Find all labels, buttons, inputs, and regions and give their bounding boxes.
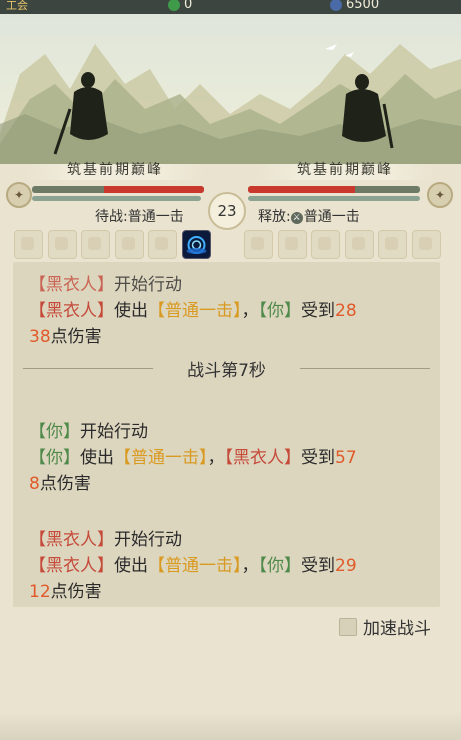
- player-emblem-icon[interactable]: ✦: [6, 182, 32, 208]
- skill-slot[interactable]: [81, 230, 110, 259]
- log-line: 【你】开始行动: [29, 422, 148, 442]
- enemy-mp-bar: [248, 196, 420, 201]
- player-mp-bar: [32, 196, 201, 201]
- skill-slot-bar: [0, 230, 461, 259]
- skill-slot[interactable]: [148, 230, 177, 259]
- log-time-divider: 战斗第7秒: [23, 358, 430, 381]
- speed-battle-checkbox[interactable]: [339, 617, 357, 636]
- spirit-stone-icon: [330, 0, 342, 11]
- player-hp-bar: [32, 186, 204, 193]
- log-line: 38点伤害: [29, 327, 102, 347]
- combat-log[interactable]: 【黑衣人】开始行动 【黑衣人】使出【普通一击】，【你】受到28 38点伤害 战斗…: [13, 262, 440, 607]
- enemy-release-action: 释放: ⚔ 普通一击: [258, 209, 360, 225]
- player-pending-action: 待战:普通一击: [95, 209, 184, 225]
- guild-label[interactable]: 工会: [6, 0, 28, 13]
- jade-counter: 0: [168, 0, 192, 12]
- speed-battle-toggle[interactable]: 加速战斗: [339, 614, 431, 639]
- round-timer: 23: [208, 192, 246, 230]
- log-line: 【黑衣人】开始行动: [29, 275, 182, 295]
- release-skill-icon: ⚔: [290, 212, 303, 224]
- enemy-skill-slot[interactable]: [244, 230, 273, 259]
- player-realm-plaque: 筑基前期巅峰: [26, 158, 204, 182]
- player-hp-fill: [104, 186, 204, 193]
- skill-slot[interactable]: [14, 230, 43, 259]
- enemy-skill-slot[interactable]: [344, 230, 374, 259]
- enemy-skill-slot[interactable]: [311, 230, 340, 259]
- divider-line: [300, 368, 430, 369]
- enemy-hp-fill: [248, 186, 355, 193]
- spirit-stone-counter: 6500: [330, 0, 379, 12]
- battle-scene: [0, 14, 461, 164]
- enemy-emblem-icon[interactable]: ✦: [427, 182, 453, 208]
- log-line: 12点伤害: [29, 582, 102, 602]
- enemy-skill-slot[interactable]: [411, 230, 441, 259]
- log-line: 8点伤害: [29, 474, 91, 494]
- log-line: 【黑衣人】使出【普通一击】，【你】受到28: [29, 301, 357, 321]
- enemy-skill-slot[interactable]: [378, 230, 407, 259]
- top-resource-bar: 工会 0 6500: [0, 0, 461, 14]
- skill-slot[interactable]: [47, 230, 77, 259]
- log-line: 【黑衣人】使出【普通一击】，【你】受到29: [29, 556, 357, 576]
- log-line: 【你】使出【普通一击】，【黑衣人】受到57: [29, 448, 357, 468]
- enemy-skill-slot[interactable]: [277, 230, 307, 259]
- vortex-skill-icon: [186, 236, 206, 254]
- log-line: 【黑衣人】开始行动: [29, 530, 182, 550]
- enemy-realm-plaque: 筑基前期巅峰: [256, 158, 434, 182]
- enemy-hp-bar: [248, 186, 420, 193]
- bottom-fade: [0, 712, 461, 740]
- jade-icon: [168, 0, 180, 11]
- active-skill-slot[interactable]: [181, 230, 211, 259]
- skill-slot[interactable]: [114, 230, 144, 259]
